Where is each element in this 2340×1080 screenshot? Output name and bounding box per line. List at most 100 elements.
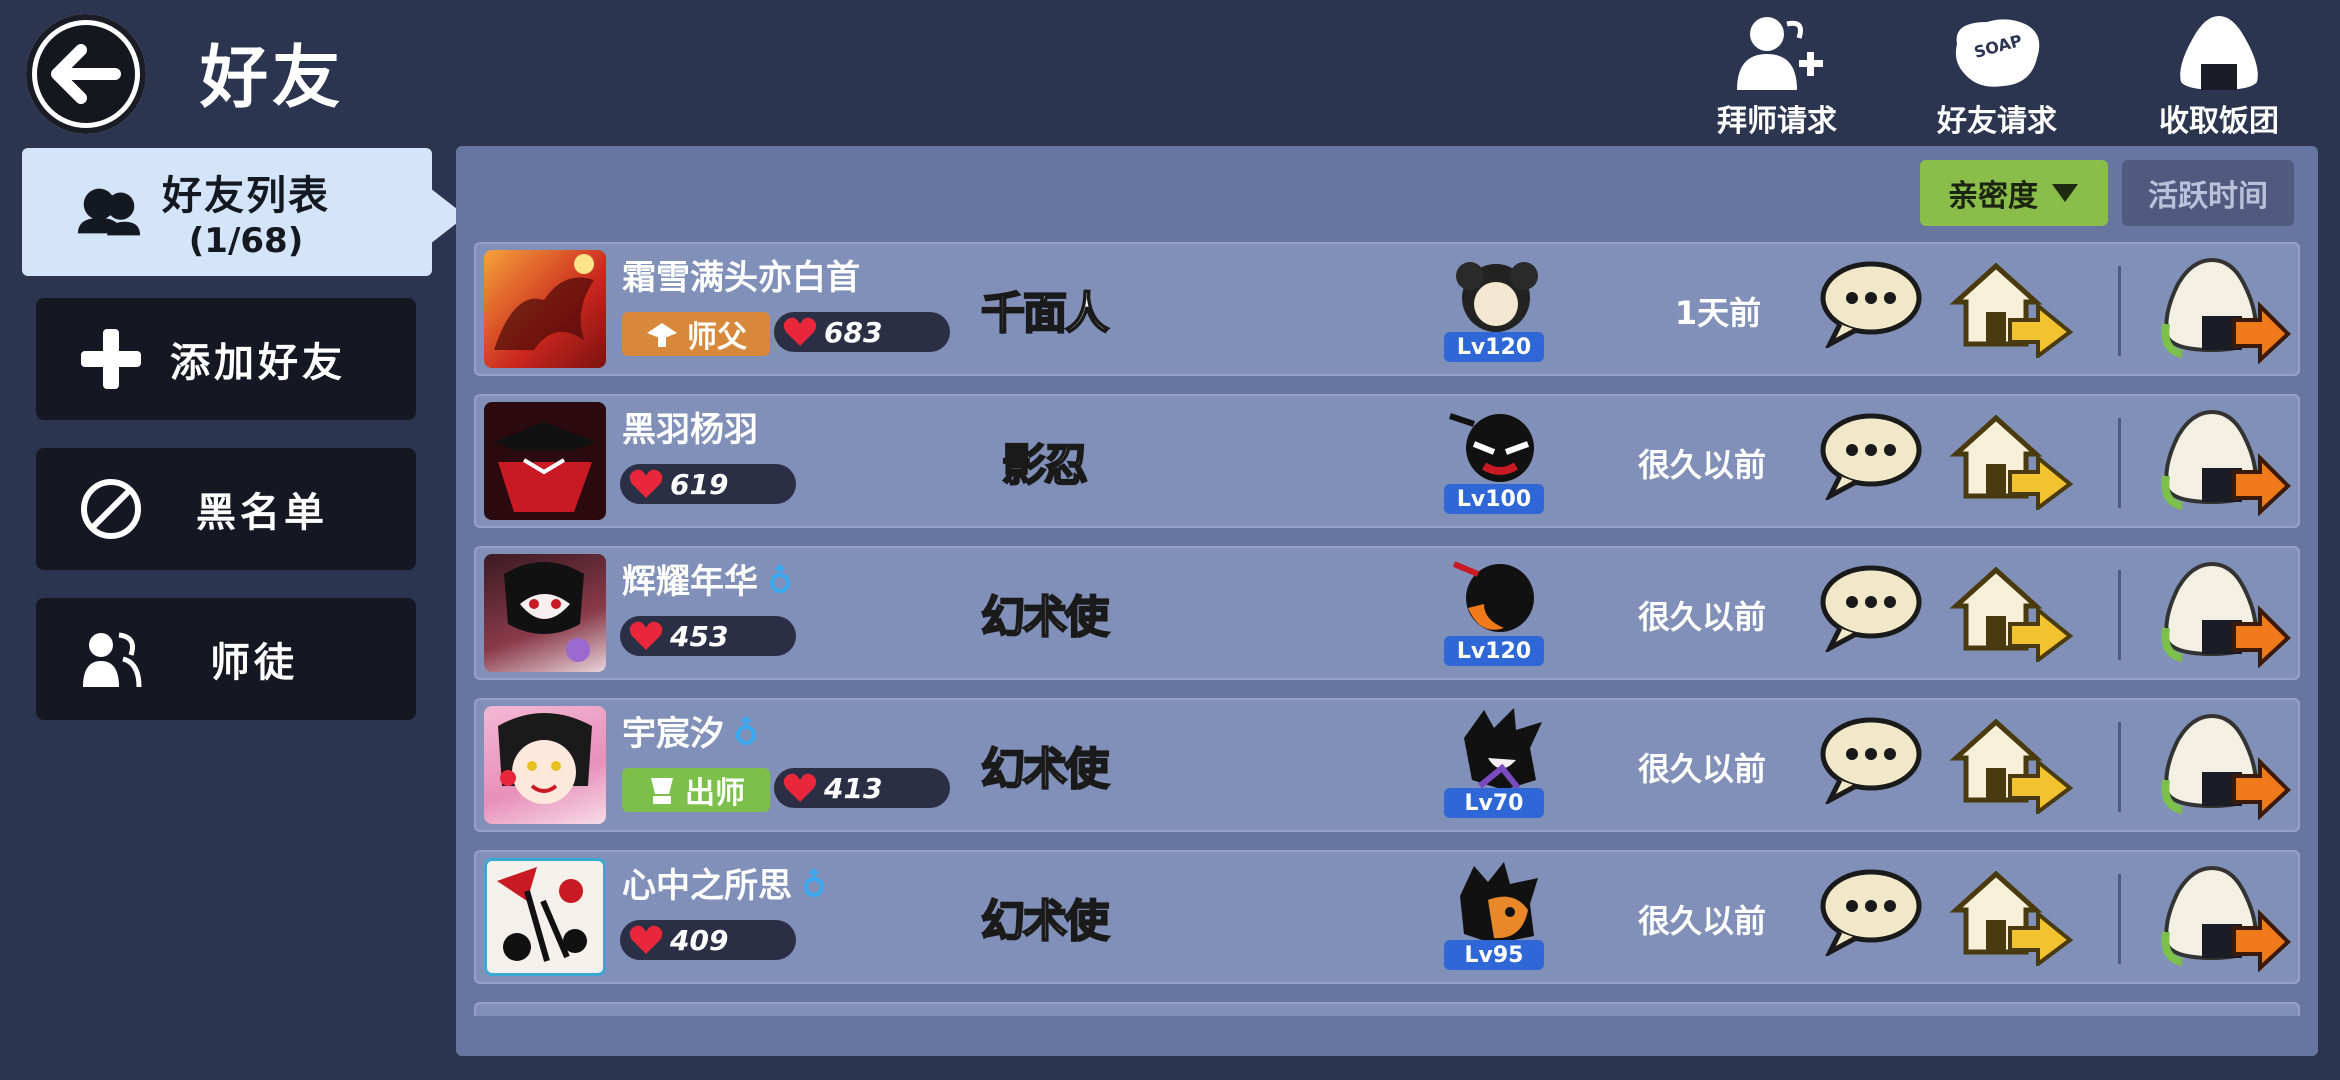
affinity-badge: 409 [620, 920, 796, 960]
send-riceball-button[interactable] [2152, 862, 2292, 973]
row-separator [2118, 266, 2121, 356]
mentorship-icon [76, 624, 146, 694]
graduated-icon [651, 778, 673, 804]
visit-home-button[interactable] [1946, 866, 2076, 968]
friend-request-icon: SOAP [1955, 19, 2040, 87]
send-riceball-button[interactable] [2152, 254, 2292, 365]
chat-bubble-icon [1820, 261, 1922, 350]
friend-avatar[interactable] [484, 250, 606, 368]
mentor-request-icon [1737, 17, 1823, 90]
nav-mentorship[interactable]: 师徒 [36, 598, 416, 720]
sort-active-time-label: 活跃时间 [2148, 179, 2268, 214]
heart-icon [783, 317, 817, 346]
friend-name-row: 黑羽杨羽 [622, 402, 758, 451]
sort-affinity-label: 亲密度 [1948, 179, 2038, 214]
role-badge-master: 师父 [622, 312, 770, 356]
block-icon [76, 474, 146, 544]
nav-friends-list[interactable]: 好友列表 (1/68) [22, 148, 432, 276]
affinity-badge: 619 [620, 464, 796, 504]
friend-row[interactable]: 宇宸汐 出师 413 幻术使 Lv70 很久以前 [474, 698, 2300, 832]
nav-blacklist[interactable]: 黑名单 [36, 448, 416, 570]
title-badge: 千面人 [980, 287, 1110, 340]
riceball-send-icon [2161, 257, 2291, 365]
character-portrait [1444, 252, 1548, 336]
row-separator [2118, 722, 2121, 812]
friend-avatar[interactable] [484, 402, 606, 520]
chat-bubble-icon [1820, 869, 1922, 958]
friend-row[interactable]: 黑羽杨羽 619 影忍 Lv100 很久以前 [474, 394, 2300, 528]
friend-name: 心中之所思 [622, 866, 792, 906]
row-separator [2118, 570, 2121, 660]
house-arrow-icon [1949, 262, 2074, 360]
friend-name: 黑羽杨羽 [622, 410, 758, 450]
level-badge: Lv70 [1444, 788, 1544, 818]
affinity-badge: 453 [620, 616, 796, 656]
chat-bubble-icon [1820, 717, 1922, 806]
friend-row[interactable]: 心中之所思 409 幻术使 Lv95 很久以前 [474, 850, 2300, 984]
chat-button[interactable] [1816, 410, 1926, 510]
affinity-badge: 413 [774, 768, 950, 808]
chat-button[interactable] [1816, 714, 1926, 814]
affinity-value: 409 [670, 923, 729, 957]
friend-name-row: 心中之所思 [622, 858, 826, 907]
friend-row[interactable]: 辉耀年华 453 幻术使 Lv120 很久以前 [474, 546, 2300, 680]
collect-riceball-label: 收取饭团 [2159, 104, 2279, 139]
chat-bubble-icon [1820, 565, 1922, 654]
plus-icon [76, 324, 146, 394]
dropdown-triangle-icon [2052, 184, 2078, 202]
mentor-hat-icon [647, 323, 677, 347]
collect-riceball-button[interactable]: 收取饭团 [2134, 10, 2304, 140]
sort-active-time-button[interactable]: 活跃时间 [2122, 160, 2294, 226]
riceball-send-icon [2161, 561, 2291, 669]
affinity-value: 619 [670, 467, 729, 501]
title-badge: 影忍 [1001, 439, 1089, 492]
riceball-collect-icon [2180, 16, 2258, 90]
affinity-badge: 683 [774, 312, 950, 352]
friend-row[interactable]: 霜雪满头亦白首 师父 683 千面人 Lv120 1天前 [474, 242, 2300, 376]
chat-button[interactable] [1816, 562, 1926, 662]
send-riceball-button[interactable] [2152, 710, 2292, 821]
chat-button[interactable] [1816, 258, 1926, 358]
last-online: 很久以前 [1637, 902, 1766, 940]
nav-add-friend[interactable]: 添加好友 [36, 298, 416, 420]
title-badge: 幻术使 [980, 743, 1110, 796]
row-separator [2118, 418, 2121, 508]
friend-avatar[interactable] [484, 554, 606, 672]
visit-home-button[interactable] [1946, 714, 2076, 816]
mentor-request-button[interactable]: 拜师请求 [1692, 10, 1862, 140]
level-badge: Lv120 [1444, 332, 1544, 362]
send-riceball-button[interactable] [2152, 558, 2292, 669]
send-riceball-button[interactable] [2152, 406, 2292, 517]
mentor-request-label: 拜师请求 [1717, 104, 1837, 139]
visit-home-button[interactable] [1946, 410, 2076, 512]
last-online: 1天前 [1674, 294, 1762, 332]
friend-request-button[interactable]: SOAP 好友请求 [1912, 10, 2082, 140]
visit-home-button[interactable] [1946, 258, 2076, 360]
last-online: 很久以前 [1637, 446, 1766, 484]
friend-avatar[interactable] [484, 706, 606, 824]
row-separator [2118, 874, 2121, 964]
character-portrait [1444, 708, 1548, 792]
friend-name-row: 辉耀年华 [622, 554, 792, 603]
role-label: 出师 [685, 776, 745, 811]
level-badge: Lv100 [1444, 484, 1544, 514]
nav-blacklist-label: 黑名单 [196, 490, 328, 536]
sort-affinity-dropdown[interactable]: 亲密度 [1920, 160, 2108, 226]
house-arrow-icon [1949, 414, 2074, 512]
character-portrait [1444, 404, 1548, 488]
chat-button[interactable] [1816, 866, 1926, 966]
heart-icon [629, 621, 663, 650]
friends-count: (1/68) [188, 221, 304, 261]
heart-icon [629, 925, 663, 954]
back-button[interactable] [26, 14, 146, 134]
male-gender-icon [736, 715, 756, 745]
visit-home-button[interactable] [1946, 562, 2076, 664]
level-badge: Lv95 [1444, 940, 1544, 970]
last-online: 很久以前 [1637, 750, 1766, 788]
riceball-send-icon [2161, 865, 2291, 973]
friend-avatar[interactable] [484, 858, 606, 976]
riceball-send-icon [2161, 713, 2291, 821]
title-badge: 幻术使 [980, 591, 1110, 644]
character-portrait [1444, 860, 1548, 944]
affinity-value: 453 [670, 619, 729, 653]
